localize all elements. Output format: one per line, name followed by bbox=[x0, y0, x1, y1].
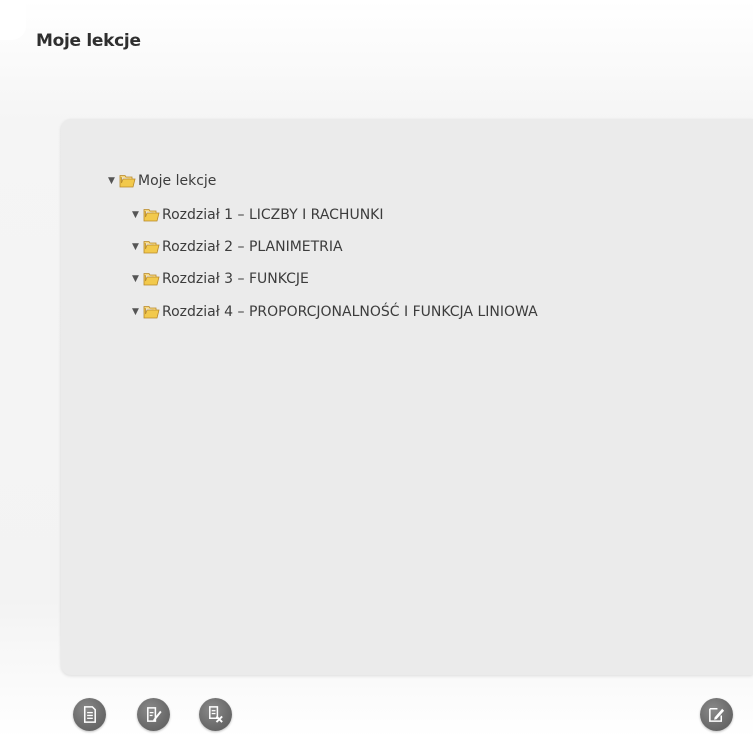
tree-node-label: Rozdział 2 – PLANIMETRIA bbox=[162, 239, 343, 255]
folder-icon bbox=[143, 209, 160, 222]
page-title: Moje lekcje bbox=[36, 31, 141, 51]
tree-node-root[interactable]: ▼ Moje lekcje bbox=[108, 171, 216, 191]
triangle-down-icon[interactable]: ▼ bbox=[132, 269, 142, 289]
tree-node-label: Rozdział 3 – FUNKCJE bbox=[162, 271, 309, 287]
folder-icon bbox=[143, 241, 160, 254]
triangle-down-icon[interactable]: ▼ bbox=[108, 171, 118, 191]
corner-decoration bbox=[0, 0, 26, 40]
edit-document-icon bbox=[147, 707, 162, 722]
delete-lesson-button[interactable] bbox=[199, 698, 232, 731]
triangle-down-icon[interactable]: ▼ bbox=[132, 302, 142, 322]
page: Moje lekcje ▼ Moje lekcje ▼ Rozdział 1 –… bbox=[0, 0, 753, 738]
folder-icon bbox=[119, 175, 136, 188]
lessons-panel: ▼ Moje lekcje ▼ Rozdział 1 – LICZBY I RA… bbox=[61, 119, 753, 675]
folder-icon bbox=[143, 273, 160, 286]
tree-node-chapter-3[interactable]: ▼ Rozdział 3 – FUNKCJE bbox=[132, 269, 309, 289]
tree-node-chapter-2[interactable]: ▼ Rozdział 2 – PLANIMETRIA bbox=[132, 237, 343, 257]
tree-node-label: Rozdział 1 – LICZBY I RACHUNKI bbox=[162, 207, 384, 223]
document-icon bbox=[83, 706, 96, 723]
tree-node-label: Moje lekcje bbox=[138, 173, 217, 189]
edit-button[interactable] bbox=[700, 698, 733, 731]
view-lesson-button[interactable] bbox=[73, 698, 106, 731]
triangle-down-icon[interactable]: ▼ bbox=[132, 237, 142, 257]
folder-icon bbox=[143, 306, 160, 319]
edit-icon bbox=[709, 708, 725, 722]
tree-node-chapter-4[interactable]: ▼ Rozdział 4 – PROPORCJONALNOŚĆ I FUNKCJ… bbox=[132, 302, 538, 322]
triangle-down-icon[interactable]: ▼ bbox=[132, 205, 142, 225]
tree-node-label: Rozdział 4 – PROPORCJONALNOŚĆ I FUNKCJA … bbox=[162, 304, 538, 320]
tree-node-chapter-1[interactable]: ▼ Rozdział 1 – LICZBY I RACHUNKI bbox=[132, 205, 384, 225]
edit-lesson-button[interactable] bbox=[137, 698, 170, 731]
delete-document-icon bbox=[209, 706, 223, 723]
